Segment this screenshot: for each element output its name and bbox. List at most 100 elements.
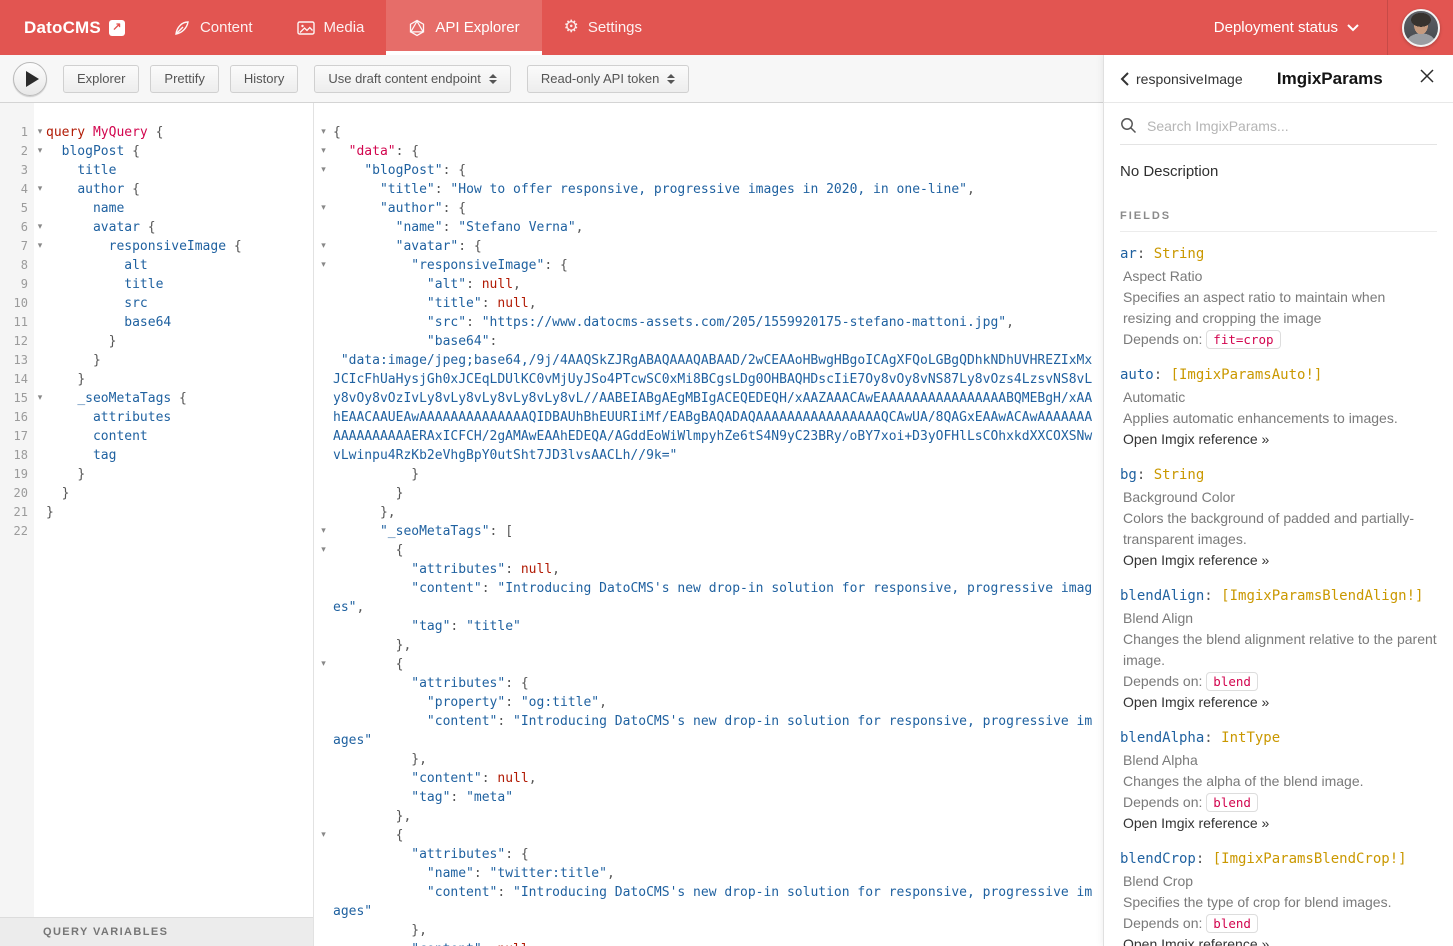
field-type-link[interactable]: IntType <box>1221 730 1280 746</box>
fold-gutter <box>34 484 46 503</box>
query-line: 10 src <box>0 294 313 313</box>
fold-gutter <box>314 807 333 826</box>
imgix-reference-link[interactable]: Open Imgix reference » <box>1120 550 1437 571</box>
query-line: 22 <box>0 522 313 541</box>
endpoint-select-value: Use draft content endpoint <box>328 71 481 86</box>
fold-arrow-icon[interactable]: ▾ <box>314 237 333 256</box>
code-text: blogPost { <box>46 142 313 161</box>
query-line: 2▾ blogPost { <box>0 142 313 161</box>
query-line: 19 } <box>0 465 313 484</box>
query-line: 7▾ responsiveImage { <box>0 237 313 256</box>
result-line: ▾ "author": { <box>314 199 1095 218</box>
field-type-link[interactable]: [ImgixParamsBlendAlign!] <box>1221 588 1423 604</box>
line-number: 3 <box>0 161 34 180</box>
tab-label: Content <box>200 19 253 36</box>
result-line: "title": null, <box>314 294 1095 313</box>
fold-arrow-icon[interactable]: ▾ <box>34 180 46 199</box>
field-type-link[interactable]: String <box>1154 467 1205 483</box>
query-line: 8 alt <box>0 256 313 275</box>
code-text: "content": "Introducing DatoCMS's new dr… <box>333 579 1095 617</box>
code-text: "tag": "meta" <box>333 788 1095 807</box>
fold-arrow-icon[interactable]: ▾ <box>34 218 46 237</box>
api-token-select[interactable]: Read-only API token <box>527 65 690 93</box>
code-text: }, <box>333 807 1095 826</box>
query-line: 17 content <box>0 427 313 446</box>
brand-logo[interactable]: DatoCMS ↗ <box>0 0 151 55</box>
fold-gutter <box>314 750 333 769</box>
fold-arrow-icon[interactable]: ▾ <box>314 655 333 674</box>
result-line: }, <box>314 503 1095 522</box>
fold-gutter <box>314 883 333 921</box>
doc-back-link[interactable]: responsiveImage <box>1120 71 1243 87</box>
fold-gutter <box>314 617 333 636</box>
doc-close-button[interactable] <box>1417 69 1437 88</box>
result-line: } <box>314 484 1095 503</box>
imgix-reference-link[interactable]: Open Imgix reference » <box>1120 813 1437 834</box>
fold-arrow-icon[interactable]: ▾ <box>314 142 333 161</box>
result-viewer[interactable]: ▾{▾ "data": {▾ "blogPost": { "title": "H… <box>313 103 1103 946</box>
doc-field-ar: ar: StringAspect RatioSpecifies an aspec… <box>1120 246 1437 350</box>
doc-search-input[interactable] <box>1147 118 1437 134</box>
query-variables-header[interactable]: QUERY VARIABLES <box>0 917 313 946</box>
tab-media[interactable]: Media <box>275 0 387 55</box>
code-text: tag <box>46 446 313 465</box>
user-avatar[interactable] <box>1402 9 1440 47</box>
deployment-status-button[interactable]: Deployment status <box>1186 0 1387 55</box>
tab-content[interactable]: Content <box>151 0 275 55</box>
explorer-button[interactable]: Explorer <box>63 65 139 93</box>
fold-arrow-icon[interactable]: ▾ <box>34 142 46 161</box>
line-number: 4 <box>0 180 34 199</box>
fold-arrow-icon[interactable]: ▾ <box>314 522 333 541</box>
field-type-link[interactable]: [ImgixParamsBlendCrop!] <box>1213 851 1407 867</box>
query-line: 9 title <box>0 275 313 294</box>
fold-arrow-icon[interactable]: ▾ <box>314 199 333 218</box>
fold-arrow-icon[interactable]: ▾ <box>314 541 333 560</box>
code-text: "responsiveImage": { <box>333 256 1095 275</box>
line-number: 21 <box>0 503 34 522</box>
imgix-reference-link[interactable]: Open Imgix reference » <box>1120 934 1437 946</box>
fold-arrow-icon[interactable]: ▾ <box>34 389 46 408</box>
field-name-link[interactable]: bg <box>1120 467 1137 483</box>
field-type-link[interactable]: String <box>1154 246 1205 262</box>
fold-arrow-icon[interactable]: ▾ <box>314 123 333 142</box>
imgix-reference-link[interactable]: Open Imgix reference » <box>1120 692 1437 713</box>
code-text: "content": null, <box>333 769 1095 788</box>
fold-arrow-icon[interactable]: ▾ <box>314 256 333 275</box>
fold-arrow-icon[interactable]: ▾ <box>314 826 333 845</box>
execute-query-button[interactable] <box>13 62 47 96</box>
field-type-link[interactable]: [ImgixParamsAuto!] <box>1171 367 1323 383</box>
query-line: 4▾ author { <box>0 180 313 199</box>
result-line: ▾ "data": { <box>314 142 1095 161</box>
code-text: avatar { <box>46 218 313 237</box>
query-line: 6▾ avatar { <box>0 218 313 237</box>
field-colon: : <box>1204 588 1221 604</box>
field-name-link[interactable]: ar <box>1120 246 1137 262</box>
tab-label: Media <box>324 19 365 36</box>
line-number: 11 <box>0 313 34 332</box>
gear-icon: ⚙ <box>564 19 579 36</box>
fold-gutter <box>314 180 333 199</box>
field-description: Changes the blend alignment relative to … <box>1120 629 1437 671</box>
tab-settings[interactable]: ⚙ Settings <box>542 0 664 55</box>
code-text: } <box>46 484 313 503</box>
tab-api-explorer[interactable]: API Explorer <box>386 0 541 55</box>
field-name-link[interactable]: blendCrop <box>1120 851 1196 867</box>
fold-gutter <box>34 446 46 465</box>
fold-gutter <box>34 351 46 370</box>
field-description: Changes the alpha of the blend image. <box>1120 771 1437 792</box>
fold-arrow-icon[interactable]: ▾ <box>34 123 46 142</box>
field-depends-row: Depends on: fit=crop <box>1120 329 1437 350</box>
field-name-link[interactable]: auto <box>1120 367 1154 383</box>
prettify-button[interactable]: Prettify <box>150 65 218 93</box>
field-name-link[interactable]: blendAlpha <box>1120 730 1204 746</box>
fold-gutter <box>314 275 333 294</box>
query-editor[interactable]: 1▾query MyQuery {2▾ blogPost {3 title4▾ … <box>0 103 313 917</box>
fold-arrow-icon[interactable]: ▾ <box>314 161 333 180</box>
endpoint-select[interactable]: Use draft content endpoint <box>314 65 511 93</box>
fold-arrow-icon[interactable]: ▾ <box>34 237 46 256</box>
imgix-reference-link[interactable]: Open Imgix reference » <box>1120 429 1437 450</box>
field-name-link[interactable]: blendAlign <box>1120 588 1204 604</box>
code-text: _seoMetaTags { <box>46 389 313 408</box>
history-button[interactable]: History <box>230 65 298 93</box>
code-text: "blogPost": { <box>333 161 1095 180</box>
